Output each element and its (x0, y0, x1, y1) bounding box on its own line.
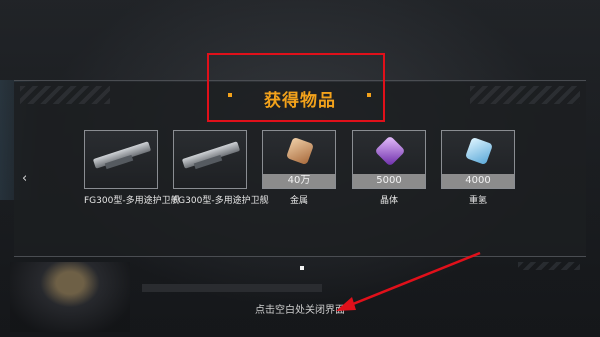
close-hint-text[interactable]: 点击空白处关闭界面 (0, 301, 600, 316)
panel-bottom-border (14, 256, 586, 257)
deuterium-icon (464, 136, 494, 166)
background-dialog-text (142, 284, 322, 292)
item-name: 重氢 (468, 196, 487, 206)
item-name: FG300型-多用途护卫舰 (173, 196, 269, 206)
character-portrait (10, 262, 130, 332)
item-frame (84, 130, 158, 189)
prev-page-arrow-icon[interactable]: ‹ (22, 171, 27, 186)
item-quantity: 40万 (263, 174, 335, 188)
item-name: 晶体 (379, 196, 398, 206)
item-quantity: 5000 (353, 174, 425, 188)
weapon-module-icon (181, 141, 241, 169)
item-frame: 40万 (262, 130, 336, 189)
page-indicator-dot (300, 266, 304, 270)
metal-ore-icon (285, 136, 315, 166)
decor-stripes-bottom (518, 262, 580, 270)
crystal-icon (374, 135, 406, 167)
weapon-module-icon (92, 141, 152, 169)
reward-item[interactable]: 4000 重氢 (441, 130, 515, 206)
reward-item[interactable]: 40万 金属 (262, 130, 336, 206)
item-name: 金属 (289, 196, 308, 206)
annotation-arrow-icon (336, 251, 481, 311)
reward-item[interactable]: 5000 晶体 (352, 130, 426, 206)
reward-item[interactable]: FG300型-多用途护卫舰 (173, 130, 269, 206)
item-frame: 4000 (441, 130, 515, 189)
item-frame: 5000 (352, 130, 426, 189)
item-frame (173, 130, 247, 189)
item-name: FG300型-多用途护卫舰 (84, 196, 180, 206)
annotation-highlight-box (207, 53, 385, 122)
item-quantity: 4000 (442, 174, 514, 188)
reward-item[interactable]: FG300型-多用途护卫舰 (84, 130, 180, 206)
